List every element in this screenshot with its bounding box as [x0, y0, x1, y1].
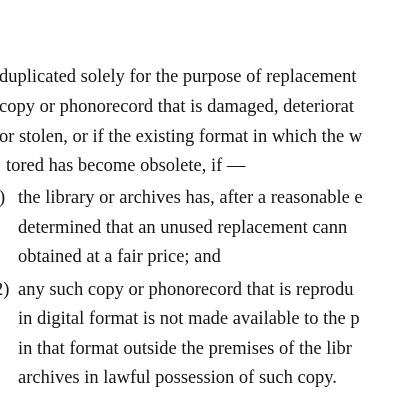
list-item-line: any such copy or phonorecord that is rep… [18, 280, 354, 300]
list-item-line: in that format outside the premises of t… [18, 339, 352, 359]
list-item-line: archives in lawful possession of such co… [18, 368, 337, 388]
paragraph-line: tored has become obsolete, if — [6, 156, 246, 176]
paragraph-line: copy or phonorecord that is damaged, det… [0, 97, 354, 117]
list-item-line: the library or archives has, after a rea… [18, 188, 363, 208]
paragraph-line: duplicated solely for the purpose of rep… [0, 67, 357, 87]
paragraph-line: or stolen, or if the existing format in … [0, 127, 363, 147]
list-item-number: 2) [0, 280, 10, 300]
list-item-line: in digital format is not made available … [18, 309, 360, 329]
list-item-number: ) [0, 186, 5, 210]
document-page: duplicated solely for the purpose of rep… [0, 0, 400, 400]
list-item-line: determined that an unused replacement ca… [18, 218, 348, 238]
list-item-line: obtained at a fair price; and [18, 247, 221, 267]
